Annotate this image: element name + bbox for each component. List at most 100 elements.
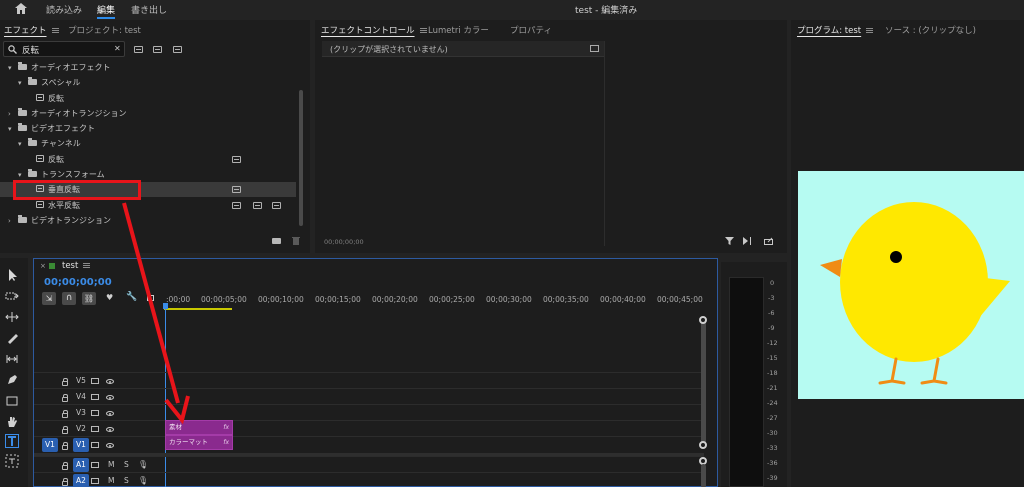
track-label: V4 [76, 392, 86, 401]
ripple-edit-tool-icon[interactable] [5, 310, 19, 324]
tree-folder-channel[interactable]: ▾ チャンネル [18, 136, 81, 151]
accelerated-effects-icon[interactable] [134, 46, 143, 53]
sync-lock-icon[interactable] [91, 373, 99, 389]
32bit-effects-icon[interactable] [153, 46, 162, 53]
new-bin-icon[interactable] [272, 238, 281, 244]
pen-tool-icon[interactable] [5, 373, 19, 387]
sync-lock-icon[interactable] [91, 405, 99, 421]
tree-folder-special[interactable]: ▾ スペシャル [18, 75, 80, 90]
selection-tool-icon[interactable] [5, 268, 19, 282]
solo-button[interactable]: S [124, 457, 129, 473]
video-tracks-scrollbar[interactable] [701, 319, 706, 447]
chevron-right-icon[interactable]: › [8, 214, 18, 229]
folder-icon [28, 137, 37, 146]
rectangle-tool-icon[interactable] [5, 394, 19, 408]
clip-v2[interactable]: 素材 fx [165, 420, 233, 435]
playhead-handle[interactable] [163, 303, 168, 309]
tab-lumetri-color[interactable]: Lumetri カラー [428, 24, 489, 36]
eye-icon[interactable] [106, 373, 114, 389]
scroll-handle-bottom[interactable] [699, 441, 707, 449]
effects-search-input[interactable]: 反転 [22, 44, 39, 56]
track-target-a1[interactable]: A1 [73, 458, 89, 472]
source-patch-v1[interactable]: V1 [42, 438, 58, 452]
track-label: V2 [76, 424, 86, 433]
track-target-v1[interactable]: V1 [73, 438, 89, 452]
meter-label: -39 [767, 474, 778, 482]
lock-icon[interactable] [62, 475, 68, 487]
meter-label: -36 [767, 459, 778, 467]
tree-item-audio-invert[interactable]: 反転 [36, 91, 64, 106]
menu-export[interactable]: 書き出し [131, 3, 167, 16]
caption-tool-icon[interactable] [5, 454, 19, 468]
track-v1: V1 V1 [34, 436, 704, 452]
panel-toggle-icon[interactable] [590, 45, 599, 52]
tab-program[interactable]: プログラム: test [797, 24, 874, 36]
eye-icon[interactable] [106, 421, 114, 437]
window-title: test - 編集済み [575, 6, 638, 16]
export-icon[interactable] [764, 237, 774, 245]
tab-properties[interactable]: プロパティ [510, 24, 552, 36]
tree-folder-video-transitions[interactable]: › ビデオトランジション [8, 213, 111, 228]
sync-lock-icon[interactable] [91, 389, 99, 405]
tree-folder-audio-transitions[interactable]: › オーディオトランジション [8, 106, 126, 121]
tab-effect-controls[interactable]: エフェクトコントロール [321, 24, 427, 36]
mute-button[interactable]: M [108, 473, 114, 487]
filter-icon[interactable] [725, 237, 734, 245]
tab-source[interactable]: ソース : (クリップなし) [885, 24, 976, 36]
panel-menu-icon[interactable] [419, 28, 427, 33]
sync-lock-icon[interactable] [91, 457, 99, 473]
tree-item-video-invert[interactable]: 反転 [36, 152, 64, 167]
razor-tool-icon[interactable] [5, 331, 19, 345]
eye-icon[interactable] [106, 389, 114, 405]
panel-menu-icon[interactable] [866, 28, 874, 33]
menu-edit[interactable]: 編集 [97, 3, 116, 19]
track-select-tool-icon[interactable] [5, 289, 19, 303]
scroll-handle-top[interactable] [699, 316, 707, 324]
tab-project[interactable]: プロジェクト: test [68, 24, 141, 36]
tab-effects[interactable]: エフェクト [4, 24, 59, 36]
track-label: V3 [76, 408, 86, 417]
menu-import[interactable]: 読み込み [46, 3, 82, 16]
search-clear-icon[interactable]: ✕ [114, 44, 121, 53]
effect-controls-panel: エフェクトコントロール Lumetri カラー プロパティ (クリップが選択され… [315, 20, 787, 253]
sync-lock-icon[interactable] [91, 437, 99, 453]
clip-v1-color-matte[interactable]: カラーマット fx [165, 435, 233, 450]
audio-tracks-scrollbar[interactable] [701, 464, 706, 487]
sync-lock-icon[interactable] [91, 421, 99, 437]
chevron-down-icon[interactable]: ▾ [8, 61, 18, 76]
microphone-icon[interactable]: 🎙 [138, 473, 148, 487]
trash-icon[interactable] [292, 236, 300, 245]
type-tool-icon[interactable] [5, 434, 19, 448]
tree-folder-audio-effects[interactable]: ▾ オーディオエフェクト [8, 60, 110, 75]
meter-label: -18 [767, 369, 778, 377]
track-target-a2[interactable]: A2 [73, 474, 89, 487]
meter-label: -12 [767, 339, 778, 347]
slip-tool-icon[interactable] [5, 352, 19, 366]
chevron-down-icon[interactable]: ▾ [8, 122, 18, 137]
panel-menu-icon[interactable] [51, 28, 59, 33]
microphone-icon[interactable]: 🎙 [138, 457, 148, 473]
meter-label: -21 [767, 384, 778, 392]
chevron-down-icon[interactable]: ▾ [18, 76, 28, 91]
play-only-audio-icon[interactable] [743, 237, 753, 245]
folder-icon [18, 214, 27, 223]
effects-scrollbar[interactable] [299, 90, 303, 226]
effect-controls-divider [604, 41, 605, 246]
tree-item-horizontal-flip[interactable]: 水平反転 [36, 198, 80, 213]
eye-icon[interactable] [106, 437, 114, 453]
eye-icon[interactable] [106, 405, 114, 421]
effects-search-field[interactable]: 反転 ✕ [3, 41, 125, 57]
sync-lock-icon[interactable] [91, 473, 99, 487]
folder-icon [18, 107, 27, 116]
mute-button[interactable]: M [108, 457, 114, 473]
ruler-tick-label: 00;00;10;00 [258, 295, 304, 304]
clip-label: 素材 [169, 423, 182, 431]
chevron-down-icon[interactable]: ▾ [18, 137, 28, 152]
solo-button[interactable]: S [124, 473, 129, 487]
hand-tool-icon[interactable] [5, 415, 19, 429]
chevron-right-icon[interactable]: › [8, 107, 18, 122]
ruler-tick-label: 00;00;35;00 [543, 295, 589, 304]
yuv-effects-icon[interactable] [173, 46, 182, 53]
tree-folder-video-effects[interactable]: ▾ ビデオエフェクト [8, 121, 95, 136]
home-icon[interactable] [15, 3, 27, 14]
